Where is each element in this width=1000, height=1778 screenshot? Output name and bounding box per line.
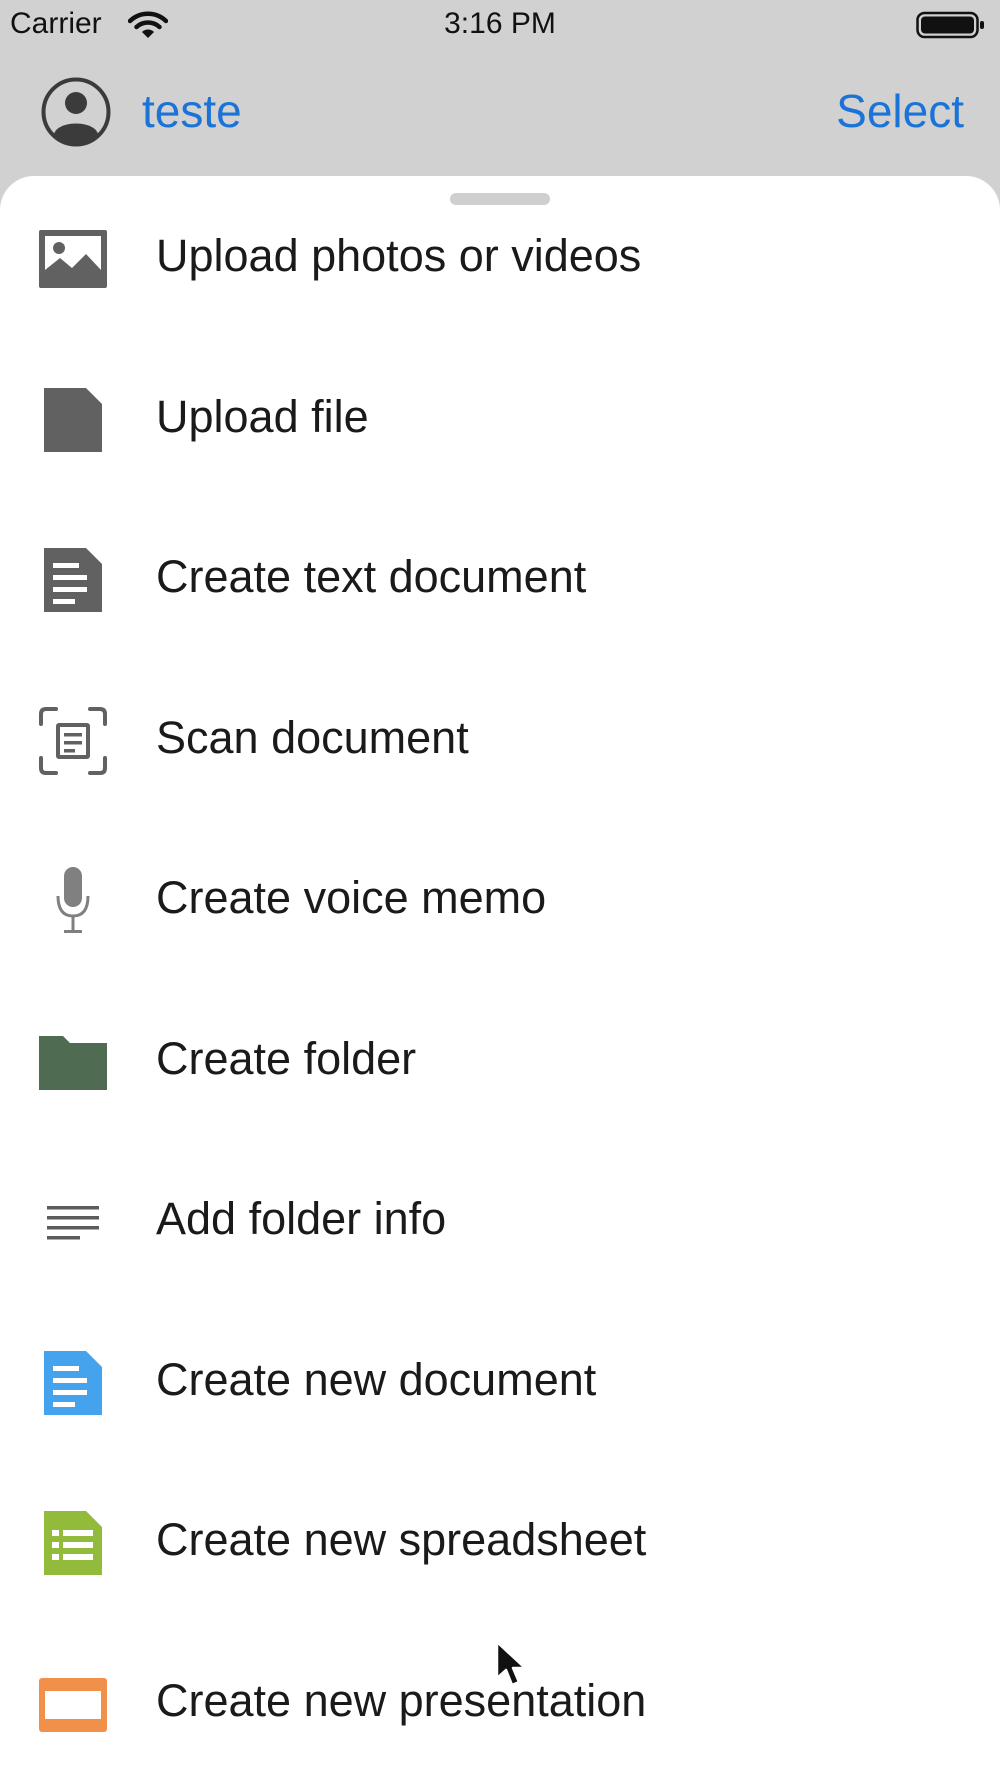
account-name[interactable]: teste xyxy=(142,84,242,138)
menu-item-upload-photos[interactable]: Upload photos or videos xyxy=(0,216,1000,377)
menu-item-label: Create new presentation xyxy=(156,1674,647,1726)
menu-item-create-voice-memo[interactable]: Create voice memo xyxy=(0,858,1000,1019)
battery-icon xyxy=(916,10,986,40)
menu-item-label: Create folder xyxy=(156,1032,417,1084)
mouse-pointer-icon xyxy=(494,1640,528,1688)
nav-bar: teste Select xyxy=(0,60,1000,170)
lines-icon xyxy=(36,1185,110,1259)
menu-item-label: Create voice memo xyxy=(156,872,547,923)
person-circle-icon[interactable] xyxy=(40,76,112,148)
menu-item-label: Scan document xyxy=(156,711,469,763)
menu-item-scan-document[interactable]: Scan document xyxy=(0,698,1000,859)
file-icon xyxy=(36,383,110,457)
screen: Carrier 3:16 PM teste Select Upload phot… xyxy=(0,0,1000,1778)
new-document-icon xyxy=(36,1346,110,1420)
menu-item-create-text-document[interactable]: Create text document xyxy=(0,537,1000,698)
action-sheet: Upload photos or videos Upload file Crea… xyxy=(0,176,1000,1778)
photo-icon xyxy=(36,222,110,296)
menu-item-upload-file[interactable]: Upload file xyxy=(0,377,1000,538)
menu-item-label: Upload photos or videos xyxy=(156,230,642,281)
status-bar: Carrier 3:16 PM xyxy=(0,0,1000,50)
spreadsheet-icon xyxy=(36,1506,110,1580)
menu-item-label: Upload file xyxy=(156,390,369,442)
menu-item-create-new-spreadsheet[interactable]: Create new spreadsheet xyxy=(0,1500,1000,1661)
scan-document-icon xyxy=(36,704,110,778)
sheet-grabber[interactable] xyxy=(450,193,550,205)
menu-item-label: Create new document xyxy=(156,1353,597,1405)
menu-item-create-folder[interactable]: Create folder xyxy=(0,1019,1000,1180)
text-document-icon xyxy=(36,543,110,617)
microphone-icon xyxy=(36,864,110,938)
action-menu: Upload photos or videos Upload file Crea… xyxy=(0,216,1000,1778)
menu-item-label: Create text document xyxy=(156,551,587,602)
folder-icon xyxy=(36,1025,110,1099)
presentation-icon xyxy=(36,1667,110,1741)
select-button[interactable]: Select xyxy=(836,84,964,138)
menu-item-add-folder-info[interactable]: Add folder info xyxy=(0,1179,1000,1340)
menu-item-label: Create new spreadsheet xyxy=(156,1514,647,1565)
menu-item-label: Add folder info xyxy=(156,1193,447,1244)
menu-item-create-new-document[interactable]: Create new document xyxy=(0,1340,1000,1501)
status-time: 3:16 PM xyxy=(444,7,556,40)
